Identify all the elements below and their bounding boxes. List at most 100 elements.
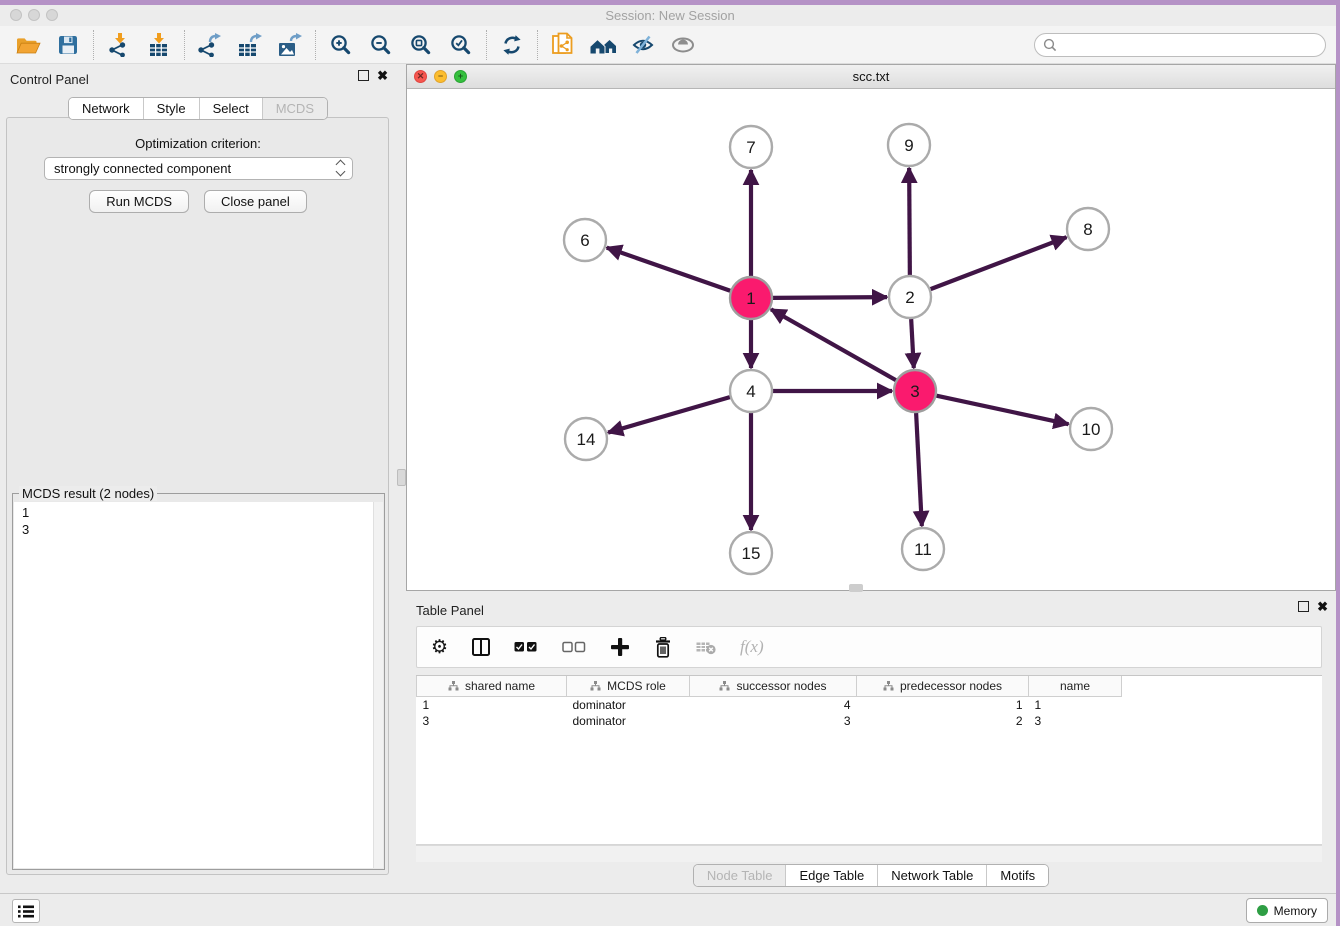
select-all-checkboxes-icon xyxy=(514,641,538,653)
select-all-button[interactable] xyxy=(514,641,538,653)
mcds-result-title: MCDS result (2 nodes) xyxy=(19,486,157,501)
table-cell: 1 xyxy=(417,697,567,714)
main-toolbar xyxy=(0,26,1340,64)
edge-4-14[interactable] xyxy=(608,397,730,432)
graph-node-label: 15 xyxy=(742,544,761,563)
close-panel-button[interactable]: Close panel xyxy=(204,190,307,213)
zoom-in-icon xyxy=(330,34,352,56)
hide-graphics-button[interactable] xyxy=(623,29,663,61)
tab-style[interactable]: Style xyxy=(143,98,199,119)
node-table-grid: shared nameMCDS rolesuccessor nodesprede… xyxy=(416,676,1122,729)
table-row[interactable]: 3dominator323 xyxy=(417,713,1122,729)
edge-3-11[interactable] xyxy=(916,413,922,526)
zoom-in-button[interactable] xyxy=(321,29,361,61)
graph-node-label: 6 xyxy=(580,231,589,250)
column-header-successor-nodes[interactable]: successor nodes xyxy=(690,676,857,697)
toolbar-separator xyxy=(93,30,94,60)
export-network-button[interactable] xyxy=(190,29,230,61)
table-cell: 3 xyxy=(417,713,567,729)
import-table-button[interactable] xyxy=(139,29,179,61)
tab-motifs[interactable]: Motifs xyxy=(986,865,1048,886)
window-title: Session: New Session xyxy=(0,8,1340,23)
export-table-icon xyxy=(237,33,263,57)
control-panel-close-icon[interactable]: ✖ xyxy=(377,70,388,81)
run-mcds-button[interactable]: Run MCDS xyxy=(89,190,189,213)
memory-button[interactable]: Memory xyxy=(1246,898,1328,923)
control-panel-title: Control Panel xyxy=(10,72,89,87)
table-cell: 3 xyxy=(690,713,857,729)
task-history-button[interactable] xyxy=(12,899,40,923)
new-network-file-button[interactable] xyxy=(543,29,583,61)
eye-icon xyxy=(671,34,695,56)
export-table-button[interactable] xyxy=(230,29,270,61)
function-builder-button[interactable]: f(x) xyxy=(740,637,764,657)
column-header-mcds-role[interactable]: MCDS role xyxy=(567,676,690,697)
column-header-name[interactable]: name xyxy=(1029,676,1122,697)
optimization-criterion-select[interactable]: strongly connected component xyxy=(44,157,353,180)
table-cell: dominator xyxy=(567,713,690,729)
mcds-result-list[interactable]: 13 xyxy=(14,502,383,868)
table-panel-float-icon[interactable] xyxy=(1298,601,1309,612)
import-table-icon xyxy=(147,33,171,57)
column-header-shared-name[interactable]: shared name xyxy=(417,676,567,697)
horizontal-splitter-grip[interactable] xyxy=(849,584,863,592)
edge-2-8[interactable] xyxy=(931,237,1067,289)
column-settings-button[interactable]: ⚙ xyxy=(431,636,448,658)
edge-3-1[interactable] xyxy=(771,309,896,380)
export-network-icon xyxy=(197,33,223,57)
zoom-selected-button[interactable] xyxy=(441,29,481,61)
graph-svg: 7968124314101511 xyxy=(407,89,1335,590)
control-panel-tabbar: NetworkStyleSelectMCDS xyxy=(0,97,396,120)
tab-select[interactable]: Select xyxy=(199,98,262,119)
mcds-result-scrollbar[interactable] xyxy=(373,502,383,868)
optimization-criterion-value: strongly connected component xyxy=(54,161,231,176)
table-horizontal-scrollbar[interactable] xyxy=(416,845,1322,862)
table-panel-close-icon[interactable]: ✖ xyxy=(1317,601,1328,612)
list-icon xyxy=(18,905,34,918)
control-panel-float-icon[interactable] xyxy=(358,70,369,81)
column-header-predecessor-nodes[interactable]: predecessor nodes xyxy=(857,676,1029,697)
columns-icon xyxy=(472,638,490,656)
format-columns-button[interactable] xyxy=(472,638,490,656)
deselect-all-button[interactable] xyxy=(562,641,586,653)
add-row-button[interactable] xyxy=(610,637,630,657)
mcds-result-item: 1 xyxy=(22,504,383,521)
delete-row-button[interactable] xyxy=(654,637,672,658)
table-toolbar: ⚙ xyxy=(416,626,1322,668)
tab-mcds[interactable]: MCDS xyxy=(262,98,327,119)
save-session-button[interactable] xyxy=(48,29,88,61)
zoom-out-button[interactable] xyxy=(361,29,401,61)
delete-table-button[interactable] xyxy=(696,640,716,655)
graph-node-label: 2 xyxy=(905,288,914,307)
network-canvas[interactable]: 7968124314101511 xyxy=(407,89,1335,590)
import-network-icon xyxy=(107,33,131,57)
node-table[interactable]: shared nameMCDS rolesuccessor nodesprede… xyxy=(416,675,1322,845)
show-graphics-button[interactable] xyxy=(663,29,703,61)
tab-node-table[interactable]: Node Table xyxy=(694,865,786,886)
open-session-button[interactable] xyxy=(8,29,48,61)
edge-3-10[interactable] xyxy=(937,396,1069,425)
table-row[interactable]: 1dominator411 xyxy=(417,697,1122,714)
edge-1-6[interactable] xyxy=(607,248,731,291)
zoom-fit-button[interactable] xyxy=(401,29,441,61)
column-tree-icon xyxy=(883,681,894,691)
tab-network-table[interactable]: Network Table xyxy=(877,865,986,886)
home-button[interactable] xyxy=(583,29,623,61)
open-folder-icon xyxy=(15,34,41,56)
toolbar-separator xyxy=(184,30,185,60)
tab-edge-table[interactable]: Edge Table xyxy=(785,865,877,886)
home-icon xyxy=(589,34,617,56)
deselect-all-checkboxes-icon xyxy=(562,641,586,653)
vertical-splitter-grip[interactable] xyxy=(397,469,406,486)
toolbar-separator xyxy=(486,30,487,60)
search-input[interactable] xyxy=(1034,33,1326,57)
import-network-button[interactable] xyxy=(99,29,139,61)
gear-icon: ⚙ xyxy=(431,636,448,658)
edge-2-9[interactable] xyxy=(909,168,910,275)
graph-node-label: 9 xyxy=(904,136,913,155)
refresh-button[interactable] xyxy=(492,29,532,61)
toolbar-separator xyxy=(315,30,316,60)
tab-network[interactable]: Network xyxy=(69,98,143,119)
edge-2-3[interactable] xyxy=(911,319,914,368)
export-image-button[interactable] xyxy=(270,29,310,61)
